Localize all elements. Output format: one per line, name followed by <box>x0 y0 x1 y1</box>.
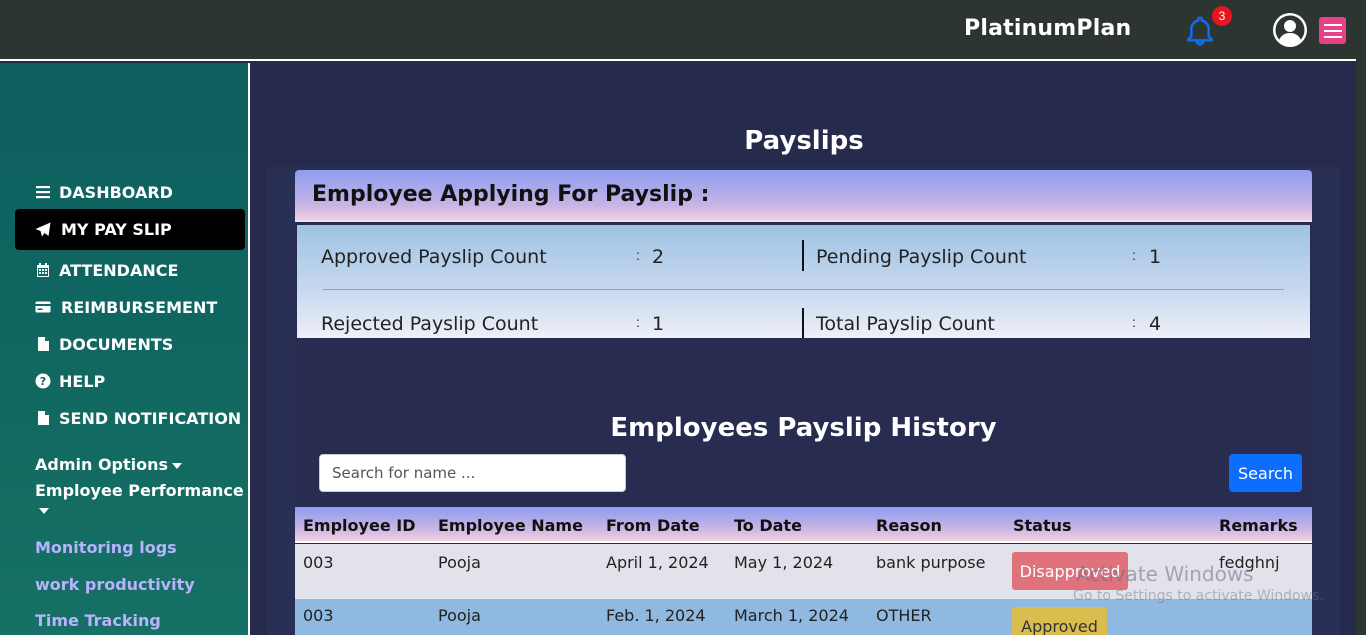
windows-activation-watermark: Activate Windows <box>1076 562 1254 586</box>
sidebar-item-documents[interactable]: DOCUMENTS <box>15 325 245 363</box>
cell-reason: OTHER <box>876 606 932 625</box>
status-badge[interactable]: Approved <box>1012 607 1107 635</box>
cell-to-date: May 1, 2024 <box>734 553 834 572</box>
divider <box>802 240 804 271</box>
cell-reason: bank purpose <box>876 553 986 572</box>
card-title: Employee Applying For Payslip : <box>312 182 710 207</box>
admin-options-dropdown[interactable]: Admin Options <box>35 455 183 474</box>
sidebar-item-label: DOCUMENTS <box>59 334 174 354</box>
scrollbar[interactable] <box>1356 0 1366 635</box>
pending-count-value: 1 <box>1149 246 1162 268</box>
notification-count-badge: 3 <box>1212 6 1232 26</box>
list-icon <box>35 184 51 200</box>
sidebar-item-send-notification[interactable]: SEND NOTIFICATION <box>15 399 245 437</box>
approved-count-value: 2 <box>652 246 665 268</box>
sidebar-item-label: HELP <box>59 371 106 391</box>
table-header: Employee ID Employee Name From Date To D… <box>295 507 1312 543</box>
column-header: From Date <box>606 516 700 535</box>
question-circle-icon: ? <box>35 373 51 389</box>
sidebar-item-label: ATTENDANCE <box>59 260 179 280</box>
file-icon <box>35 410 51 426</box>
stat-colon: : <box>636 314 640 330</box>
cell-employee-name: Pooja <box>438 553 481 572</box>
sidebar-item-reimbursement[interactable]: REIMBURSEMENT <box>15 288 245 326</box>
search-button[interactable]: Search <box>1229 454 1302 492</box>
file-icon <box>35 336 51 352</box>
sidebar-item-label: MY PAY SLIP <box>61 220 172 239</box>
divider <box>323 289 1284 290</box>
sidebar-item-my-pay-slip[interactable]: MY PAY SLIP <box>15 209 245 250</box>
sidebar-item-label: REIMBURSEMENT <box>61 297 218 317</box>
caret-down-icon <box>39 507 49 514</box>
column-header: Employee ID <box>303 516 416 535</box>
cell-from-date: Feb. 1, 2024 <box>606 606 706 625</box>
cell-from-date: April 1, 2024 <box>606 553 709 572</box>
stat-colon: : <box>1132 247 1136 263</box>
sidebar-item-attendance[interactable]: ATTENDANCE <box>15 251 245 289</box>
column-header: Reason <box>876 516 942 535</box>
windows-activation-subtext: Go to Settings to activate Windows. <box>1073 588 1324 604</box>
time-tracking-link[interactable]: Time Tracking <box>35 611 161 630</box>
stat-colon: : <box>636 247 640 263</box>
calendar-icon <box>35 262 51 278</box>
stat-colon: : <box>1132 314 1136 330</box>
dropdown-label: Admin Options <box>35 455 169 474</box>
rejected-count-label: Rejected Payslip Count <box>321 313 539 335</box>
approved-count-label: Approved Payslip Count <box>321 246 547 268</box>
cell-employee-id: 003 <box>303 553 334 572</box>
cell-to-date: March 1, 2024 <box>734 606 849 625</box>
total-count-label: Total Payslip Count <box>816 313 995 335</box>
bell-icon[interactable] <box>1184 14 1216 48</box>
column-header: Employee Name <box>438 516 583 535</box>
total-count-value: 4 <box>1149 313 1162 335</box>
sidebar-item-help[interactable]: ? HELP <box>15 362 245 400</box>
history-title: Employees Payslip History <box>610 413 997 443</box>
cell-employee-id: 003 <box>303 606 334 625</box>
column-header: Status <box>1013 516 1072 535</box>
caret-down-icon <box>172 462 183 469</box>
page-title: Payslips <box>744 126 864 156</box>
rejected-count-value: 1 <box>652 313 665 335</box>
search-input[interactable] <box>319 454 626 492</box>
paper-plane-icon <box>35 222 51 238</box>
user-circle-icon[interactable] <box>1272 12 1308 48</box>
top-navbar: PlatinumPlan 3 <box>0 0 1366 61</box>
sidebar: DASHBOARD MY PAY SLIP ATTENDANCE REIMBUR… <box>0 63 250 635</box>
sidebar-item-label: DASHBOARD <box>59 182 173 202</box>
monitoring-logs-link[interactable]: Monitoring logs <box>35 538 177 557</box>
credit-card-icon <box>35 299 51 315</box>
svg-text:?: ? <box>40 375 46 388</box>
sidebar-item-dashboard[interactable]: DASHBOARD <box>15 173 245 211</box>
divider <box>802 308 804 338</box>
column-header: To Date <box>734 516 802 535</box>
sidebar-item-label: SEND NOTIFICATION <box>59 408 242 428</box>
column-header: Remarks <box>1219 516 1298 535</box>
work-productivity-link[interactable]: work productivity <box>35 575 195 594</box>
employee-performance-dropdown[interactable]: Employee Performance <box>35 481 248 519</box>
pending-count-label: Pending Payslip Count <box>816 246 1027 268</box>
brand-name[interactable]: PlatinumPlan <box>964 16 1131 41</box>
dropdown-label: Employee Performance <box>35 481 244 500</box>
hamburger-icon[interactable] <box>1319 17 1346 44</box>
table-row[interactable]: 003 Pooja Feb. 1, 2024 March 1, 2024 OTH… <box>295 599 1312 635</box>
card-header: Employee Applying For Payslip : <box>295 170 1312 222</box>
cell-employee-name: Pooja <box>438 606 481 625</box>
